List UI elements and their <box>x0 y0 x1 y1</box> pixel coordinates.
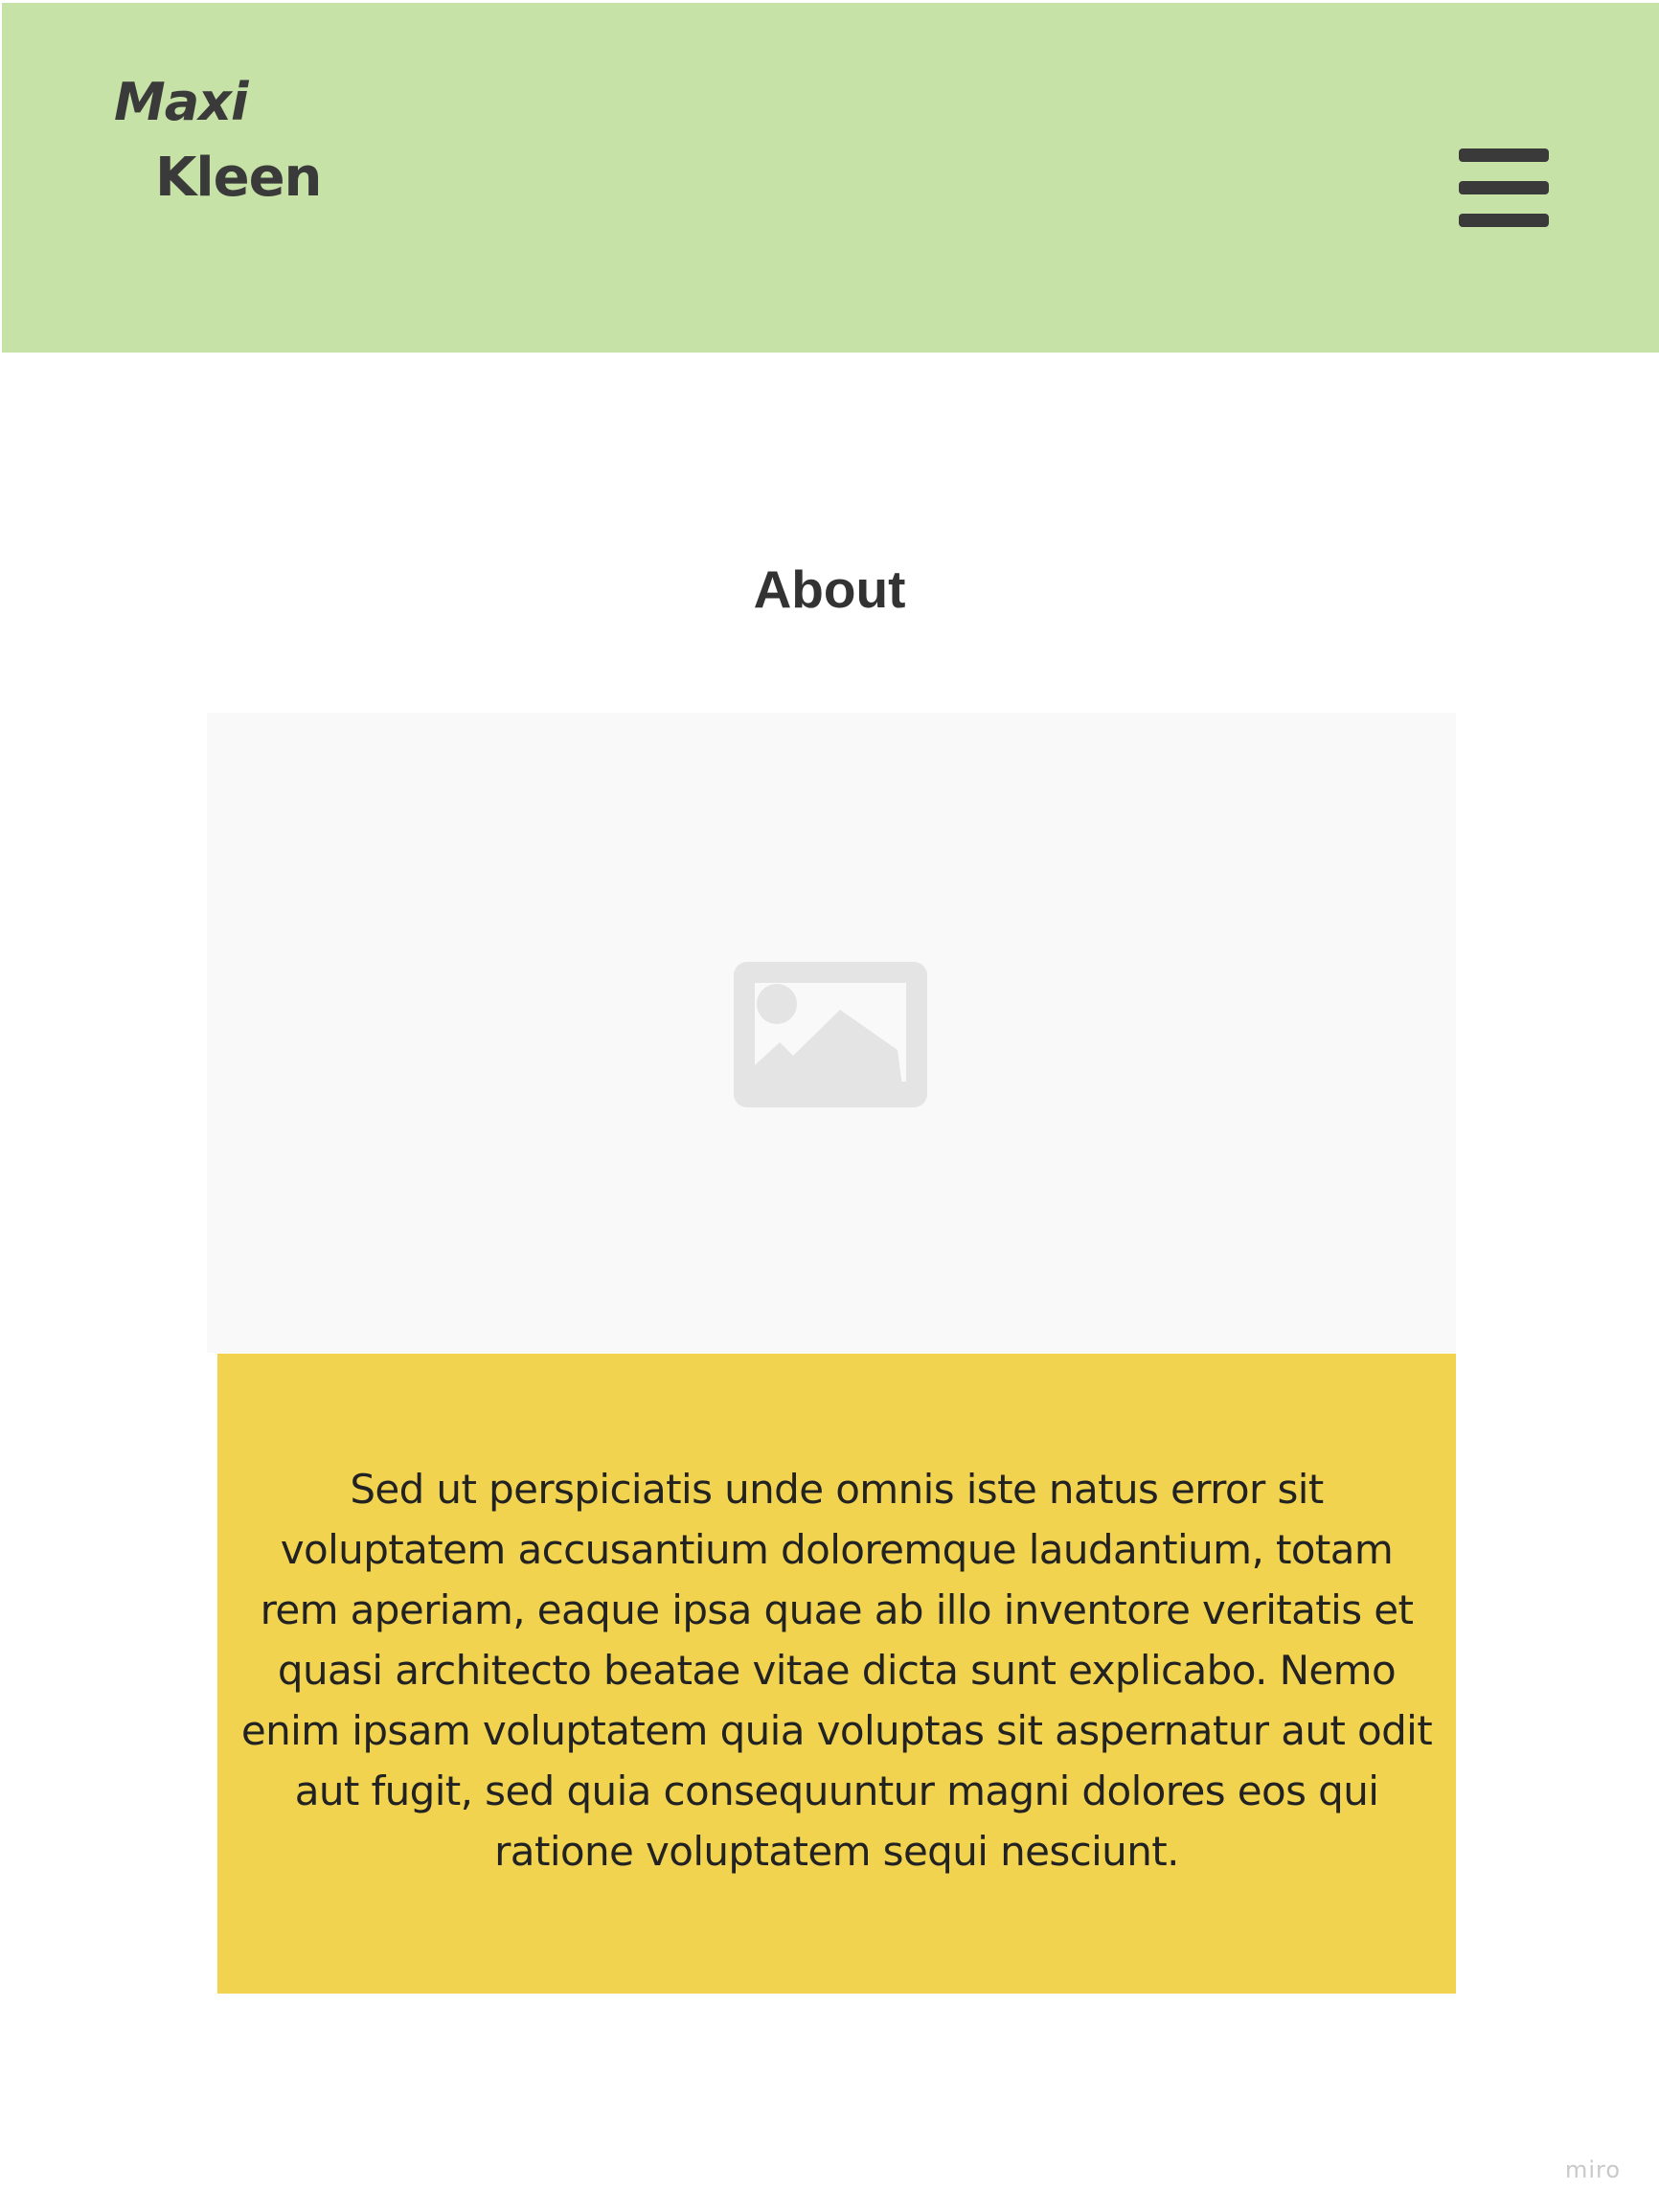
miro-watermark: miro <box>1565 2156 1622 2183</box>
menu-bar-bottom <box>1459 214 1549 227</box>
about-heading: About <box>753 559 906 619</box>
image-placeholder-icon <box>734 962 927 1107</box>
logo-text-maxi[interactable]: Maxi <box>114 72 249 133</box>
logo-text-kleen[interactable]: Kleen <box>155 148 322 209</box>
menu-bar-middle <box>1459 181 1549 194</box>
menu-bar-top <box>1459 148 1549 162</box>
about-image-placeholder <box>207 713 1456 1353</box>
site-header: Maxi Kleen <box>2 3 1659 353</box>
about-text-card: Sed ut perspiciatis unde omnis iste natu… <box>217 1354 1456 1994</box>
about-paragraph: Sed ut perspiciatis unde omnis iste natu… <box>240 1466 1433 1875</box>
hamburger-menu-icon[interactable] <box>1457 145 1551 231</box>
